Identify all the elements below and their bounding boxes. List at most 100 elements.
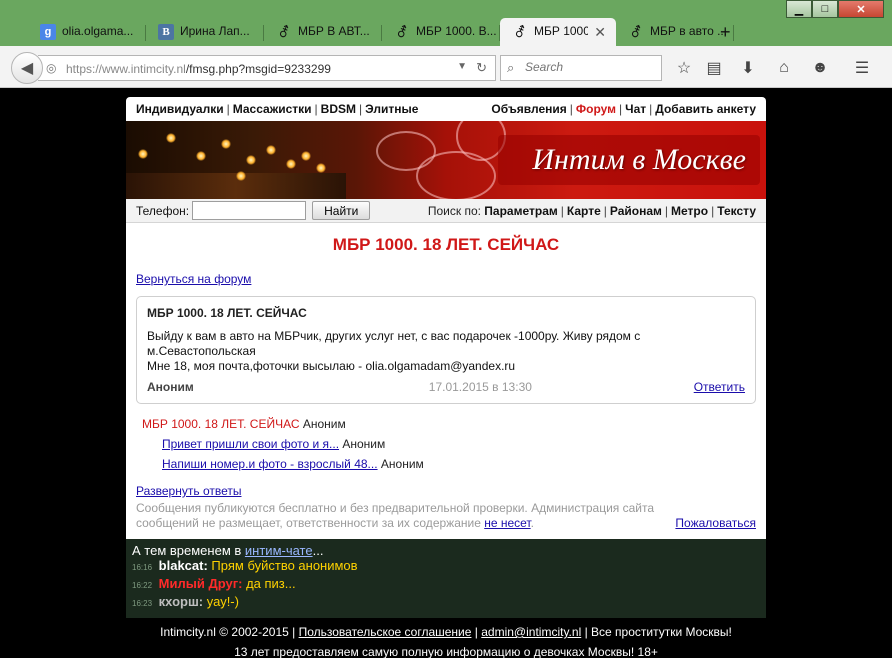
chat-message: 16:22 Милый Друг: да пиз... [132, 576, 760, 594]
maximize-icon[interactable]: □ [812, 0, 838, 18]
tab-2[interactable]: В Ирина Лап... [146, 18, 264, 46]
tab-4[interactable]: ⚦ МБР 1000. В... [382, 18, 500, 46]
thread-main-title: МБР 1000. 18 ЛЕТ. СЕЙЧАС [142, 417, 300, 431]
search-by-label: Поиск по: [427, 203, 481, 218]
url-text: https://www.intimcity.nl/fmsg.php?msgid=… [66, 62, 331, 76]
disclaimer-text: Сообщения публикуются бесплатно и без пр… [136, 501, 655, 530]
tab-5-active[interactable]: ⚦ МБР 1000.... ✕ [500, 18, 616, 46]
dropdown-arrow-icon[interactable]: ▼ [457, 61, 467, 72]
thread-main-author: Аноним [302, 417, 346, 431]
nav-left: Индивидуалки | Массажистки | BDSM | Элитные [136, 102, 419, 116]
find-button[interactable]: Найти [312, 201, 371, 220]
tab-6[interactable]: ⚦ МБР в авто ... [616, 18, 734, 46]
thread-reply-author: Аноним [342, 437, 386, 451]
download-icon[interactable]: ⬇ [737, 57, 759, 79]
user-agreement-link[interactable]: Пользовательское соглашение [299, 625, 472, 639]
chat-nick: blakcat: [158, 558, 208, 573]
page-title: МБР 1000. 18 ЛЕТ. СЕЙЧАС [332, 235, 560, 254]
nav-individuals[interactable]: Индивидуалки [136, 102, 224, 116]
tab-1[interactable]: g olia.olgama... [28, 18, 146, 46]
search-by: Поиск по: Параметрам | Карте | Районам | Метро… [427, 203, 756, 218]
search-by-text[interactable]: Тексту [717, 204, 756, 218]
reload-icon[interactable]: ↻ [476, 60, 487, 76]
thread-reply-link[interactable]: Привет пришли свои фото и я... [162, 437, 339, 451]
expand-replies-link[interactable]: Развернуть ответы [136, 484, 756, 498]
tab-label: МБР В АВТ... [298, 24, 370, 38]
nav-elite[interactable]: Элитные [365, 102, 418, 116]
tab-label: Ирина Лап... [180, 24, 250, 38]
browser-titlebar: g olia.olgama... В Ирина Лап... ⚦ МБР В … [0, 0, 892, 46]
bookmark-star-icon[interactable]: ☆ [673, 57, 695, 79]
street-lights-image [126, 121, 346, 199]
chat-time: 16:16 [132, 563, 153, 572]
search-by-params[interactable]: Параметрам [484, 204, 557, 218]
reading-list-icon[interactable]: ▤ [703, 57, 725, 79]
footer-tagline: 13 лет предоставляем самую полную информ… [234, 645, 658, 658]
chat-message: 16:23 кхорш: уау!-) [132, 594, 760, 612]
chat-message: 16:16 blakcat: Прям буйство анонимов [132, 558, 760, 576]
new-tab-button[interactable]: + [720, 22, 731, 43]
gender-symbol-favicon-icon: ⚦ [278, 23, 290, 40]
tab-label: МБР 1000.... [534, 24, 589, 38]
chat-link[interactable]: интим-чате [245, 543, 313, 558]
nav-ads[interactable]: Объявления [491, 102, 566, 116]
google-favicon-icon: g [40, 24, 56, 40]
browser-navbar: ◎ https://www.intimcity.nl/fmsg.php?msgi… [0, 46, 892, 88]
admin-email-link[interactable]: admin@intimcity.nl [481, 625, 581, 639]
nav-forum[interactable]: Форум [576, 102, 616, 116]
nav-chat[interactable]: Чат [625, 102, 646, 116]
search-box[interactable]: ⌕ [500, 55, 662, 81]
nav-right: Объявления | Форум | Чат | Добавить анкету [491, 102, 756, 116]
chat-preview: А тем временем в интим-чате... 16:16 bla… [126, 539, 766, 618]
thread-reply-author: Аноним [380, 457, 424, 471]
search-by-map[interactable]: Карте [567, 204, 601, 218]
home-icon[interactable]: ⌂ [773, 57, 795, 79]
thread-reply-link[interactable]: Напиши номер.и фото - взрослый 48... [162, 457, 378, 471]
hello-chat-icon[interactable]: ☻ [809, 57, 831, 79]
phone-input[interactable] [192, 201, 307, 220]
chat-nick: Милый Друг: [158, 576, 243, 591]
reply-link[interactable]: Ответить [694, 380, 745, 394]
gender-symbol-favicon-icon: ⚦ [630, 23, 642, 40]
tab-label: МБР 1000. В... [416, 24, 497, 38]
post-title: МБР 1000. 18 ЛЕТ. СЕЙЧАС [147, 306, 307, 320]
search-input[interactable] [525, 60, 655, 74]
chat-heading: А тем временем в интим-чате... [132, 543, 324, 558]
back-button[interactable]: ◀ [11, 52, 43, 84]
post-date: 17.01.2015 в 13:30 [428, 380, 532, 394]
disclaimer: Сообщения публикуются бесплатно и без пр… [136, 501, 756, 531]
site-footer: Intimcity.nl © 2002-2015 | Пользовательс… [116, 622, 776, 658]
search-by-districts[interactable]: Районам [610, 204, 662, 218]
back-arrow-icon: ◀ [20, 60, 34, 77]
chat-text: да пиз... [246, 576, 296, 591]
thread-main-row: МБР 1000. 18 ЛЕТ. СЕЙЧАС Аноним [136, 414, 756, 434]
chat-time: 16:23 [132, 599, 153, 608]
close-tab-icon[interactable]: ✕ [594, 24, 606, 41]
chat-text: уау!-) [206, 594, 239, 609]
post-body: Выйду к вам в авто на МБРчик, других усл… [147, 329, 641, 373]
minimize-icon[interactable]: ▁ [786, 0, 812, 18]
thread-reply-row: Напиши номер.и фото - взрослый 48... Ано… [136, 454, 756, 474]
close-window-icon[interactable]: ✕ [838, 0, 884, 18]
gender-symbol-favicon-icon: ⚦ [514, 23, 526, 40]
forum-post: МБР 1000. 18 ЛЕТ. СЕЙЧАС Выйду к вам в а… [136, 296, 756, 404]
chat-nick: кхорш: [158, 594, 204, 609]
disclaimer-link[interactable]: не несет [484, 516, 530, 530]
post-author: Аноним [147, 380, 194, 394]
search-by-metro[interactable]: Метро [671, 204, 708, 218]
url-host: https://www.intimcity.nl [66, 62, 186, 76]
url-bar[interactable]: ◎ https://www.intimcity.nl/fmsg.php?msgi… [38, 55, 496, 81]
back-to-forum-link[interactable]: Вернуться на форум [136, 272, 756, 286]
nav-masseuses[interactable]: Массажистки [233, 102, 312, 116]
nav-bdsm[interactable]: BDSM [321, 102, 356, 116]
globe-icon: ◎ [46, 61, 57, 75]
url-path: /fmsg.php?msgid=9233299 [185, 62, 331, 76]
nav-add-profile[interactable]: Добавить анкету [655, 102, 756, 116]
tab-label: olia.olgama... [62, 24, 134, 38]
menu-icon[interactable]: ☰ [851, 57, 873, 79]
chat-text: Прям буйство анонимов [211, 558, 358, 573]
tab-3[interactable]: ⚦ МБР В АВТ... [264, 18, 382, 46]
complain-link[interactable]: Пожаловаться [675, 516, 756, 531]
chat-time: 16:22 [132, 581, 153, 590]
site-banner[interactable]: Интим в Москве [126, 121, 766, 199]
